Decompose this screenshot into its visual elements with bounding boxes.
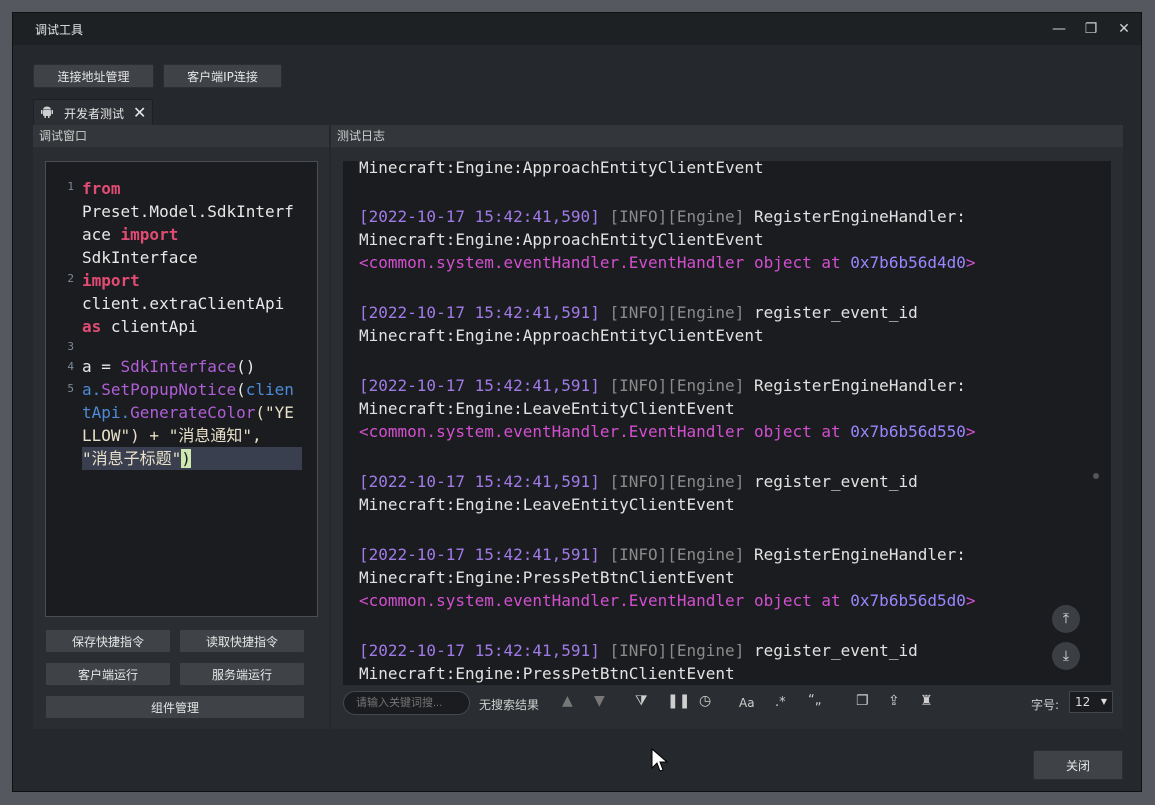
log-entry-cont: Minecraft:Engine:LeaveEntityClientEvent [359, 495, 735, 514]
log-entry-object: <common.system.eventHandler.EventHandler… [359, 591, 976, 610]
code-line-2-cont2: as clientApi [82, 317, 198, 336]
close-icon[interactable]: ✕ [1114, 19, 1134, 39]
scroll-to-top-icon[interactable]: ⤒ [1052, 605, 1080, 633]
prev-result-icon[interactable]: ▲ [562, 693, 573, 709]
code-line-1: from [82, 179, 121, 198]
next-result-icon[interactable]: ▼ [594, 693, 605, 709]
tab-close-icon[interactable]: ✕ [133, 103, 146, 122]
log-entry-cont: Minecraft:Engine:PressPetBtnClientEvent [359, 664, 735, 683]
log-entry: [2022-10-17 15:42:41,591] [INFO][Engine]… [359, 641, 918, 660]
regex-icon[interactable]: .* [775, 695, 786, 710]
line-number: 2 [67, 272, 74, 285]
clock-icon[interactable]: ◷ [699, 693, 711, 709]
font-size-select[interactable]: 12 ▼ [1069, 691, 1113, 713]
code-line-2: import [82, 271, 140, 290]
code-line-5-cont: tApi.GenerateColor("YE [82, 403, 294, 422]
log-entry-cont: Minecraft:Engine:ApproachEntityClientEve… [359, 230, 764, 249]
minimize-icon[interactable]: — [1049, 19, 1069, 39]
title-bar: 调试工具 — ❐ ✕ [13, 13, 1141, 45]
copy-icon[interactable]: ❐ [856, 693, 869, 709]
log-entry: [2022-10-17 15:42:41,590] [INFO][Engine]… [359, 207, 966, 226]
scrollbar-thumb[interactable] [1093, 473, 1099, 479]
code-line-1-cont2: ace import [82, 225, 179, 244]
code-line-1-cont3: SdkInterface [82, 248, 198, 267]
client-ip-connect-button[interactable]: 客户端IP连接 [163, 64, 282, 88]
pause-icon[interactable]: ❚❚ [667, 693, 690, 709]
filter-icon[interactable]: ⧩ [635, 693, 648, 709]
quote-icon[interactable]: “„ [808, 693, 821, 708]
mouse-pointer-icon [651, 748, 669, 772]
log-entry: [2022-10-17 15:42:41,591] [INFO][Engine]… [359, 303, 918, 322]
scroll-to-bottom-icon[interactable]: ⤓ [1052, 642, 1080, 670]
log-entry-cont: Minecraft:Engine:PressPetBtnClientEvent [359, 568, 735, 587]
log-entry: [2022-10-17 15:42:41,591] [INFO][Engine]… [359, 472, 918, 491]
chevron-down-icon: ▼ [1100, 697, 1107, 706]
line-number: 1 [67, 180, 74, 193]
tab-developer-test[interactable]: 开发者测试 ✕ [33, 99, 153, 125]
log-entry-object: <common.system.eventHandler.EventHandler… [359, 422, 976, 441]
android-icon [41, 106, 53, 118]
log-entry-object: <common.system.eventHandler.EventHandler… [359, 253, 976, 272]
log-entry: [2022-10-17 15:42:41,591] [INFO][Engine]… [359, 376, 966, 395]
test-log-header: 测试日志 [331, 125, 1123, 147]
font-size-label: 字号: [1031, 698, 1060, 712]
component-manage-button[interactable]: 组件管理 [45, 695, 305, 719]
clear-brush-icon[interactable]: ♜ [920, 693, 933, 709]
read-shortcut-button[interactable]: 读取快捷指令 [179, 629, 305, 653]
code-editor[interactable]: 1 2 3 4 5 from Preset.Model.SdkInterf ac… [45, 161, 318, 617]
server-run-button[interactable]: 服务端运行 [179, 662, 305, 686]
code-line-5-cont2: LLOW") + "消息通知", [82, 426, 262, 445]
font-size-value: 12 [1075, 695, 1091, 709]
line-number: 3 [67, 340, 74, 353]
log-entry: [2022-10-17 15:42:41,591] [INFO][Engine]… [359, 545, 966, 564]
log-search-input[interactable] [343, 691, 470, 715]
log-view[interactable]: Minecraft:Engine:ApproachEntityClientEve… [343, 161, 1111, 685]
address-manage-button[interactable]: 连接地址管理 [33, 64, 154, 88]
code-line-1-cont: Preset.Model.SdkInterf [82, 202, 294, 221]
match-case-icon[interactable]: Aa [739, 696, 755, 710]
log-line-partial: Minecraft:Engine:ApproachEntityClientEve… [359, 161, 764, 177]
search-result-text: 无搜索结果 [479, 698, 540, 712]
log-entry-cont: Minecraft:Engine:LeaveEntityClientEvent [359, 399, 735, 418]
debug-window-header: 调试窗口 [33, 125, 329, 147]
log-entry-cont: Minecraft:Engine:ApproachEntityClientEve… [359, 326, 764, 345]
client-run-button[interactable]: 客户端运行 [45, 662, 171, 686]
line-number: 5 [67, 382, 74, 395]
export-icon[interactable]: ⇪ [888, 693, 900, 709]
code-line-5: a.SetPopupNotice(clien [82, 380, 294, 399]
restore-icon[interactable]: ❐ [1081, 19, 1101, 39]
close-button[interactable]: 关闭 [1033, 750, 1123, 780]
window-title: 调试工具 [35, 23, 84, 37]
line-number: 4 [67, 360, 74, 373]
code-line-2-cont: client.extraClientApi [82, 294, 285, 313]
save-shortcut-button[interactable]: 保存快捷指令 [45, 629, 171, 653]
code-line-5-cont3: "消息子标题") [82, 447, 302, 470]
tab-label: 开发者测试 [64, 107, 125, 121]
code-line-4: a = SdkInterface() [82, 357, 256, 376]
debug-tool-window: 调试工具 — ❐ ✕ 连接地址管理 客户端IP连接 开发者测试 ✕ 调试窗口 测… [12, 12, 1142, 792]
